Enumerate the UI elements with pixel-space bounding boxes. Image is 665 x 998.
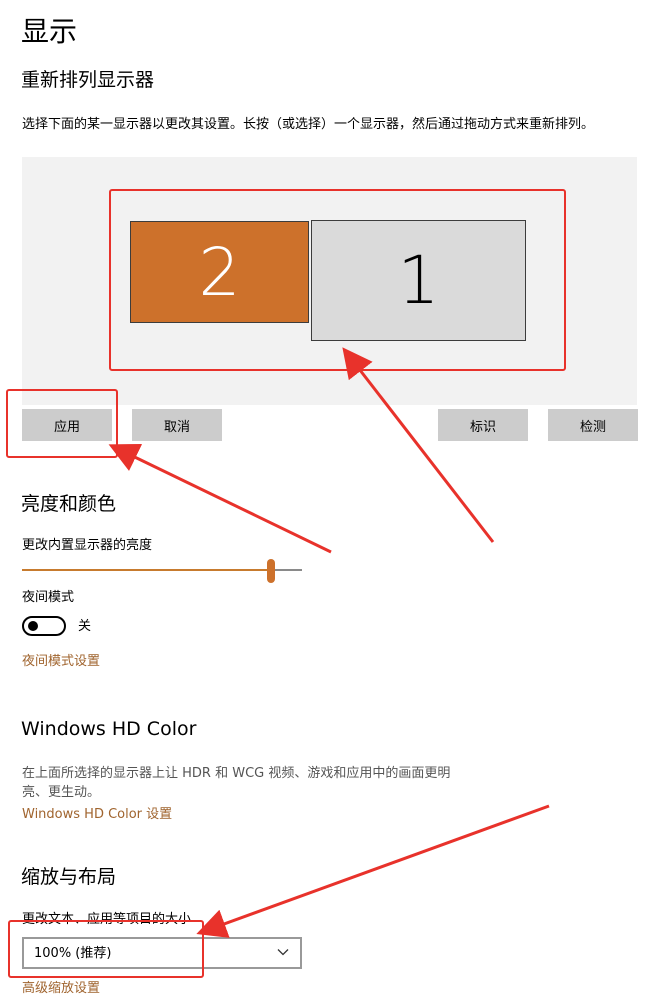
annotation-arrow-monitors [342, 347, 495, 543]
annotation-arrow-scale [196, 804, 550, 938]
annotation-arrows [108, 347, 550, 938]
annotation-arrow-apply [108, 443, 332, 554]
